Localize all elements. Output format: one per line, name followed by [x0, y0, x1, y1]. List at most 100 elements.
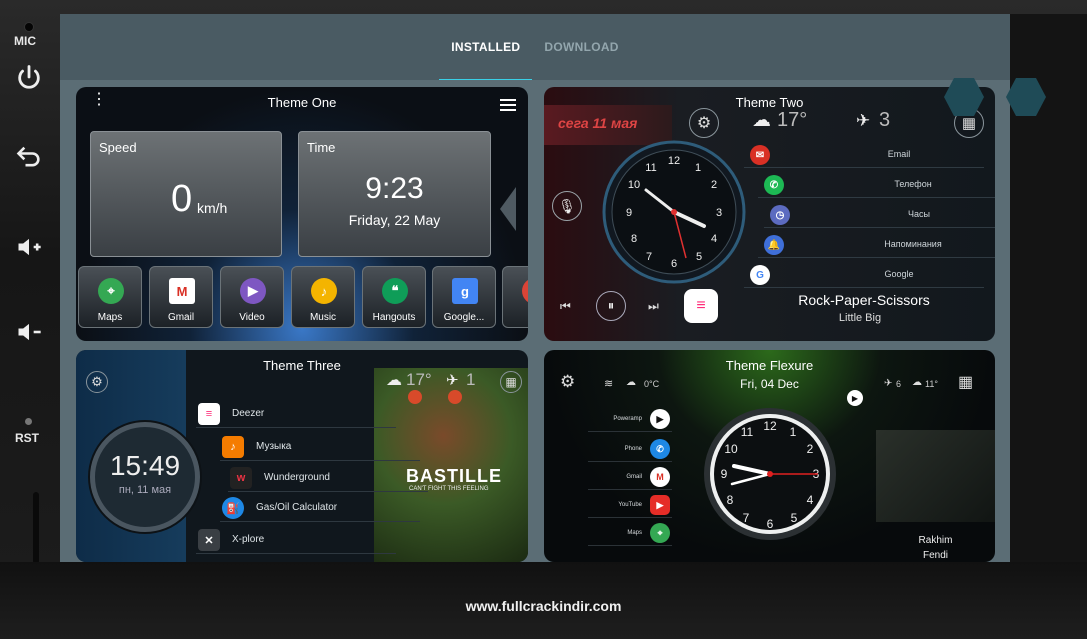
artwork — [876, 430, 995, 522]
watermark-text: www.fullcrackindir.com — [465, 598, 622, 614]
theme-one-title: Theme One — [267, 95, 337, 110]
list-item-maps[interactable]: Maps ⌖ — [588, 522, 672, 546]
list-item-reminders[interactable]: 🔔 Напоминания — [758, 232, 995, 258]
maps-icon: ⌖ — [650, 523, 670, 543]
settings-gear-icon[interactable]: ⚙ — [689, 108, 719, 138]
app-gmail[interactable]: M Gmail — [149, 266, 213, 328]
list-item-phone[interactable]: Phone ✆ — [588, 438, 672, 462]
reset-hole[interactable] — [25, 418, 32, 425]
temp-right: 11° — [925, 379, 938, 389]
back-button[interactable] — [10, 140, 48, 174]
mic-hole — [24, 22, 34, 32]
weather-temp: 17° — [406, 370, 432, 389]
svg-text:3: 3 — [716, 207, 722, 219]
svg-text:7: 7 — [646, 251, 652, 263]
svg-text:8: 8 — [727, 493, 734, 507]
svg-text:11: 11 — [645, 162, 656, 174]
list-item-youtube[interactable]: YouTube ▶ — [588, 494, 672, 518]
svg-text:12: 12 — [763, 419, 777, 433]
list-item-email[interactable]: ✉ Email — [744, 142, 984, 168]
google-g-icon: G — [750, 265, 770, 285]
pause-button[interactable]: ⏸ — [596, 291, 626, 321]
svg-text:6: 6 — [767, 517, 774, 531]
clock-icon: ◷ — [770, 205, 790, 225]
volume-up-icon — [18, 238, 41, 256]
play-small-icon[interactable]: ▶ — [847, 390, 863, 406]
satellite-count: 3 — [879, 109, 891, 131]
volume-up-button[interactable] — [10, 230, 48, 264]
cloud-icon: ☁ — [752, 110, 771, 131]
apps-grid-icon[interactable]: ▦ — [958, 372, 973, 392]
app-hangouts[interactable]: ❝ Hangouts — [362, 266, 426, 328]
time-label: Time — [307, 140, 336, 155]
list-item-music[interactable]: ♪ Музыка — [220, 433, 420, 461]
google-icon: g — [452, 278, 478, 304]
song-artist: Little Big — [838, 312, 882, 324]
svg-text:2: 2 — [711, 179, 717, 191]
maps-icon: ⌖ — [98, 278, 124, 304]
music-icon: ♪ — [311, 278, 337, 304]
svg-text:4: 4 — [711, 233, 717, 245]
theme-one-card[interactable]: Theme One ⋮ Speed 0 km/h Time 9:23 Frida… — [76, 87, 528, 341]
speed-tile: Speed 0 km/h — [90, 131, 282, 257]
phone-icon: ✆ — [764, 175, 784, 195]
bell-icon: 🔔 — [764, 235, 784, 255]
cloud-icon: ☁ — [386, 372, 402, 389]
tab-download[interactable]: DOWNLOAD — [532, 14, 630, 80]
theme-two-card[interactable]: сега 11 мая Theme Two ⚙ ☁ 17° ✈ 3 ▦ 🎙 12… — [544, 87, 995, 341]
list-item-clock[interactable]: ◷ Часы — [764, 202, 995, 228]
settings-gear-icon[interactable]: ⚙ — [86, 371, 108, 393]
svg-text:1: 1 — [695, 162, 701, 174]
app-maps[interactable]: ⌖ Maps — [78, 266, 142, 328]
artist-label: Rakhim — [918, 535, 953, 546]
satellite-count: 6 — [896, 379, 902, 389]
theme-flexure-card[interactable]: Theme Flexure ⚙ ≋ ☁ 0°C Fri, 04 Dec ✈ 6 … — [544, 350, 995, 562]
album-eye-right — [448, 390, 462, 404]
speed-label: Speed — [99, 140, 137, 155]
volume-down-button[interactable] — [10, 315, 48, 349]
theme-three-title: Theme Three — [263, 358, 341, 373]
list-item-deezer[interactable]: ≡ Deezer — [196, 400, 396, 428]
theme-three-card[interactable]: BASTILLE CAN'T FIGHT THIS FEELING Theme … — [76, 350, 528, 562]
power-button[interactable] — [10, 60, 48, 94]
svg-text:9: 9 — [626, 207, 632, 219]
list-item-poweramp[interactable]: Poweramp ▶ — [588, 408, 672, 432]
track-label: Fendi — [922, 550, 948, 561]
previous-track-icon[interactable]: ⏮ — [560, 299, 571, 314]
list-item-xplore[interactable]: ✕ X-plore — [196, 526, 396, 554]
svg-text:10: 10 — [628, 179, 640, 191]
list-item-google[interactable]: G Google — [744, 262, 984, 288]
theme-grid: Theme One ⋮ Speed 0 km/h Time 9:23 Frida… — [60, 80, 1010, 562]
microphone-icon[interactable]: 🎙 — [552, 191, 582, 221]
svg-text:10: 10 — [724, 442, 738, 456]
time-tile: Time 9:23 Friday, 22 May — [298, 131, 491, 257]
app-chrome[interactable]: Ch — [502, 266, 528, 328]
theme-two-title: Theme Two — [735, 95, 804, 110]
screen: INSTALLED DOWNLOAD Theme One ⋮ Speed 0 k… — [60, 14, 1010, 562]
time-value: 9:23 — [365, 172, 424, 205]
cloud-icon-right: ☁ — [912, 377, 922, 388]
list-item-gmail[interactable]: Gmail M — [588, 466, 672, 490]
deezer-icon: ≡ — [684, 289, 718, 323]
date-value: Friday, 22 May — [348, 212, 441, 228]
tab-installed[interactable]: INSTALLED — [439, 16, 533, 82]
list-item-wunderground[interactable]: w Wunderground — [228, 464, 428, 492]
list-item-phone[interactable]: ✆ Телефон — [758, 172, 995, 198]
svg-text:5: 5 — [696, 251, 702, 263]
hangouts-icon: ❝ — [382, 278, 408, 304]
svg-text:6: 6 — [671, 258, 677, 270]
reset-label: RST — [15, 431, 39, 445]
next-track-icon[interactable]: ⏭ — [648, 299, 659, 314]
app-video[interactable]: ▶ Video — [220, 266, 284, 328]
app-google[interactable]: g Google... — [432, 266, 496, 328]
svg-text:2: 2 — [807, 442, 814, 456]
head-unit-device: MIC RST INSTALLED DOWNLOAD Theme One ⋮ S… — [0, 0, 1087, 639]
svg-text:4: 4 — [807, 493, 814, 507]
apps-grid-icon[interactable]: ▦ — [500, 371, 522, 393]
fuel-icon: ⛽ — [222, 497, 244, 519]
wunderground-icon: w — [230, 467, 252, 489]
app-music[interactable]: ♪ Music — [291, 266, 355, 328]
drawer-handle[interactable] — [500, 187, 516, 231]
list-item-gas-calculator[interactable]: ⛽ Gas/Oil Calculator — [220, 494, 420, 522]
analog-clock: 12 12 3 45 6 78 9 10 11 — [602, 140, 746, 284]
